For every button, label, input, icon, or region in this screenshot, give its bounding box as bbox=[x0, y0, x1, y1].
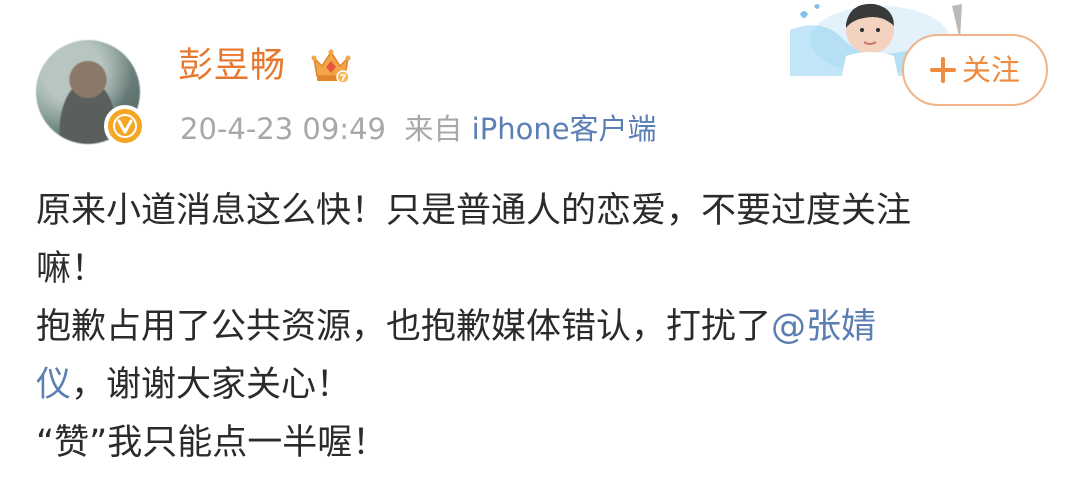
post-line-4-text: ，谢谢大家关心！ bbox=[71, 365, 352, 405]
follow-button[interactable]: 关注 bbox=[902, 34, 1048, 106]
post-text: 原来小道消息这么快！只是普通人的恋爱，不要过度关注 嘛！ 抱歉占用了公共资源，也… bbox=[36, 182, 1046, 472]
plus-icon bbox=[929, 57, 956, 83]
username[interactable]: 彭昱畅 bbox=[178, 44, 286, 88]
timestamp: 20-4-23 09:49 bbox=[180, 112, 386, 146]
post-line-4: 仪，谢谢大家关心！ bbox=[36, 356, 1046, 414]
source-link[interactable]: iPhone客户端 bbox=[472, 112, 657, 146]
mention-link[interactable]: @张婧 bbox=[771, 307, 876, 347]
post-line-3-text: 抱歉占用了公共资源，也抱歉媒体错认，打扰了 bbox=[36, 307, 772, 347]
source-prefix: 来自 bbox=[404, 112, 463, 146]
post-line-3: 抱歉占用了公共资源，也抱歉媒体错认，打扰了@张婧 bbox=[36, 298, 1046, 356]
post-line-5: “赞”我只能点一半喔！ bbox=[36, 423, 388, 463]
post-line-1: 原来小道消息这么快！只是普通人的恋爱，不要过度关注 bbox=[36, 191, 912, 231]
post-meta: 20-4-23 09:49 来自 iPhone客户端 bbox=[180, 110, 657, 148]
mention-link-continued[interactable]: 仪 bbox=[36, 365, 71, 405]
verified-v-icon bbox=[104, 105, 146, 147]
follow-button-label: 关注 bbox=[961, 52, 1020, 87]
post-line-2: 嘛！ bbox=[36, 249, 107, 289]
vip-crown-icon bbox=[311, 49, 351, 84]
